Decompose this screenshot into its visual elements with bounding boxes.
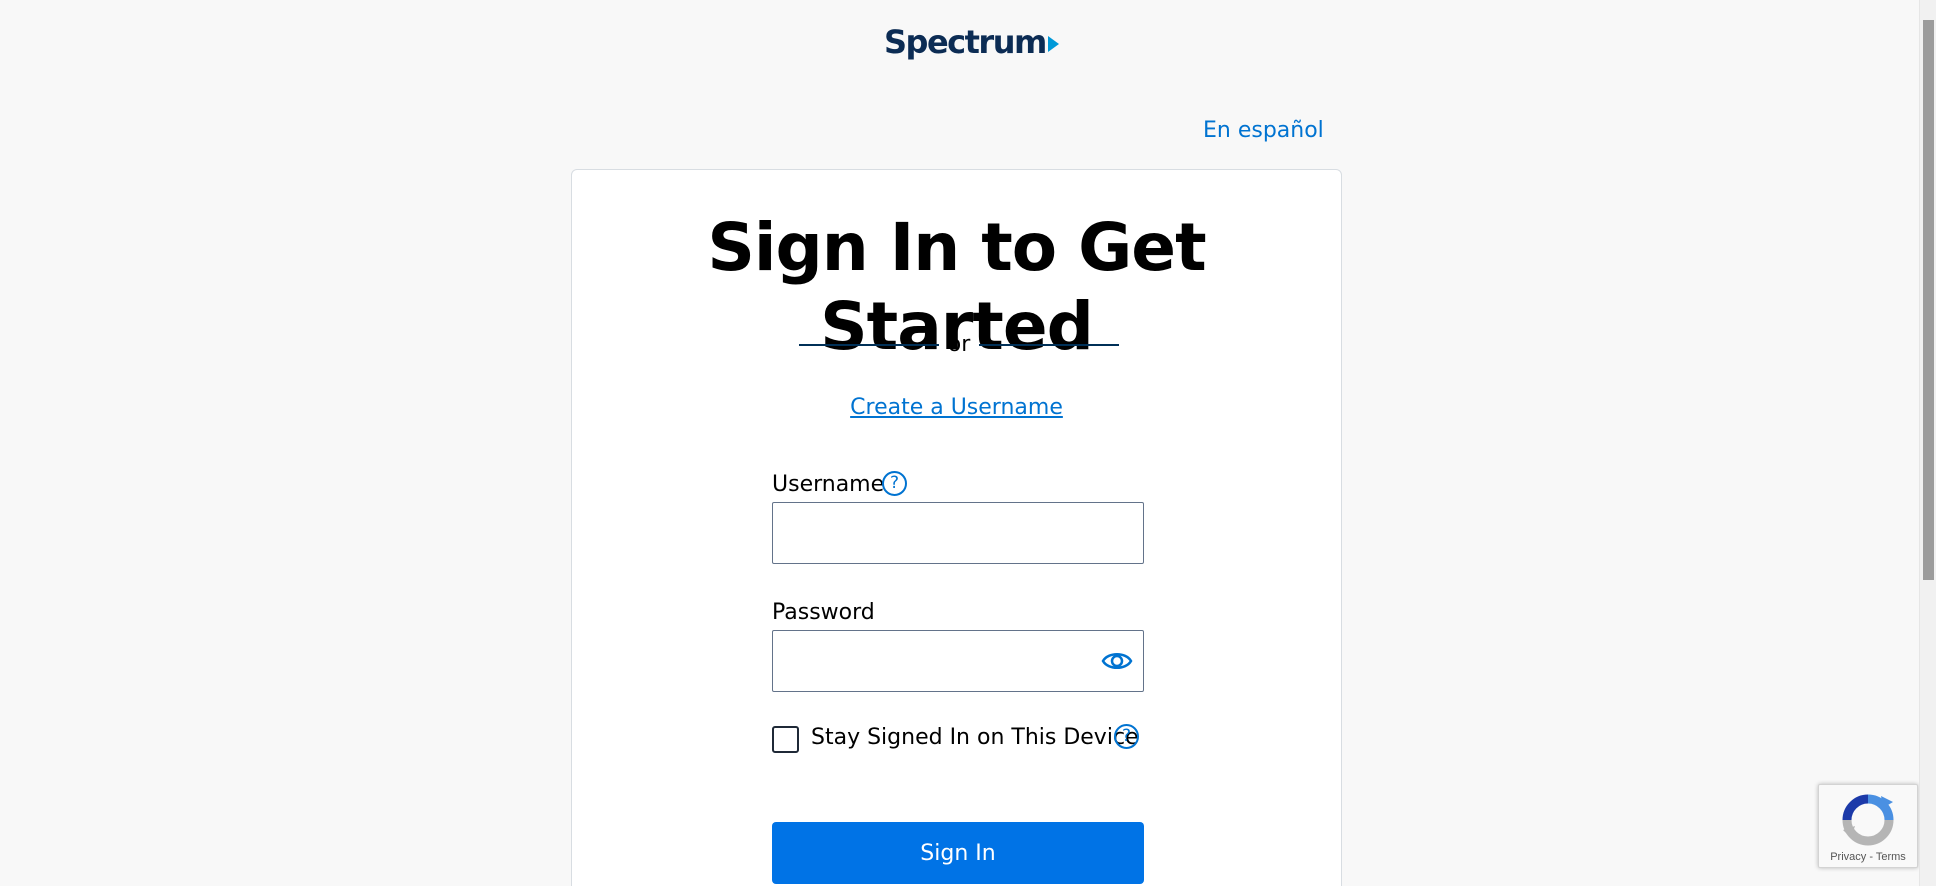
spectrum-logo[interactable]: Spectrum (884, 26, 1059, 58)
divider-line-left (799, 343, 939, 346)
logo-text: Spectrum (884, 23, 1047, 61)
recaptcha-badge[interactable]: Privacy - Terms (1818, 784, 1918, 868)
page: Spectrum En español Sign In to Get Start… (0, 0, 1936, 886)
username-input[interactable] (772, 502, 1144, 564)
username-label: Username (772, 472, 885, 497)
recaptcha-privacy-link[interactable]: Privacy (1830, 851, 1866, 863)
password-input[interactable] (772, 630, 1144, 692)
sign-in-button[interactable]: Sign In (772, 822, 1144, 884)
recaptcha-separator: - (1869, 851, 1873, 863)
or-divider: or (799, 332, 1119, 357)
recaptcha-links: Privacy - Terms (1819, 851, 1917, 863)
create-username-link[interactable]: Create a Username (850, 395, 1063, 420)
language-toggle-link[interactable]: En español (1203, 118, 1324, 143)
stay-signed-in-help-icon[interactable]: ? (1114, 724, 1139, 749)
divider-line-right (978, 343, 1119, 346)
scrollbar-thumb[interactable] (1923, 20, 1934, 580)
recaptcha-terms-link[interactable]: Terms (1876, 851, 1906, 863)
password-label: Password (772, 600, 875, 625)
show-password-eye-icon[interactable] (1101, 648, 1133, 674)
logo-arrow-icon (1047, 36, 1059, 52)
username-help-icon[interactable]: ? (882, 471, 907, 496)
or-text: or (947, 332, 971, 357)
stay-signed-in-label[interactable]: Stay Signed In on This Device (811, 725, 1139, 750)
stay-signed-in-checkbox[interactable] (772, 726, 799, 753)
sign-in-card: Sign In to Get Started or Create a Usern… (571, 169, 1342, 886)
vertical-scrollbar[interactable] (1919, 0, 1936, 886)
recaptcha-logo-icon (1842, 794, 1894, 846)
create-username-wrapper: Create a Username (572, 395, 1341, 420)
